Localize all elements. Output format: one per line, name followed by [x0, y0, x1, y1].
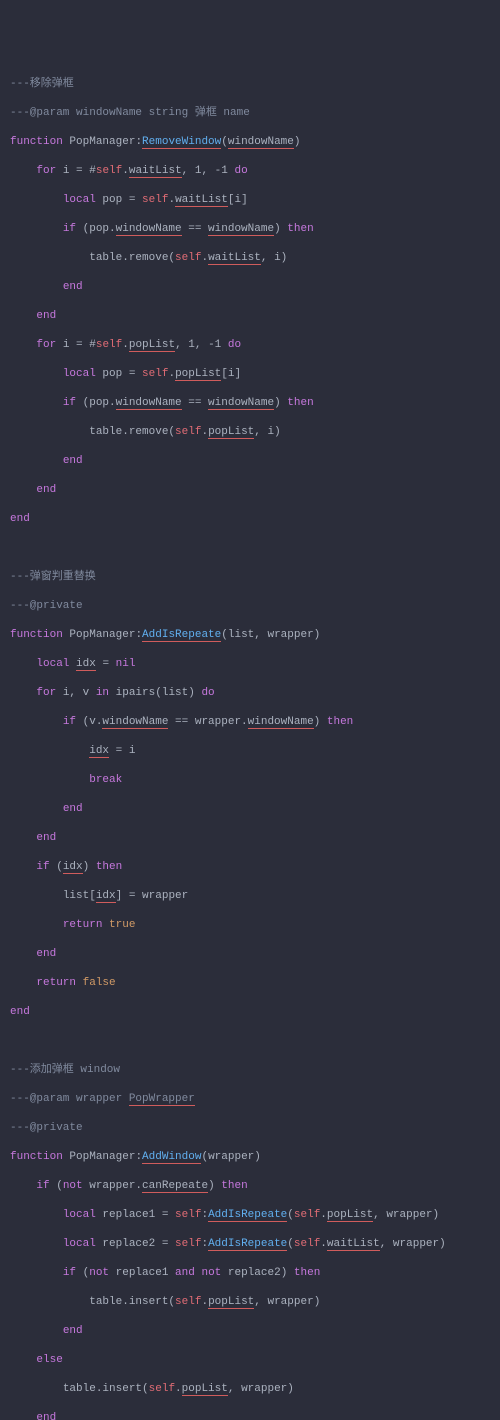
code-line: table.remove(self.waitList, i) — [10, 251, 500, 266]
code-line: local replace1 = self:AddIsRepeate(self.… — [10, 1208, 500, 1223]
code-line: local pop = self.popList[i] — [10, 367, 500, 382]
comment: ---@param wrapper PopWrapper — [10, 1092, 500, 1107]
code-line: end — [10, 309, 500, 324]
comment: ---弹窗判重替换 — [10, 570, 500, 585]
code-line: table.insert(self.popList, wrapper) — [10, 1295, 500, 1310]
code-line: return true — [10, 918, 500, 933]
comment: ---@private — [10, 1121, 500, 1136]
code-line: function PopManager:AddIsRepeate(list, w… — [10, 628, 500, 643]
code-line: if (pop.windowName == windowName) then — [10, 396, 500, 411]
code-line: break — [10, 773, 500, 788]
comment: ---移除弹框 — [10, 77, 500, 92]
code-line: else — [10, 1353, 500, 1368]
code-line: if (v.windowName == wrapper.windowName) … — [10, 715, 500, 730]
code-line: if (pop.windowName == windowName) then — [10, 222, 500, 237]
comment: ---添加弹框 window — [10, 1063, 500, 1078]
blank-line — [10, 541, 500, 556]
code-line: end — [10, 1005, 500, 1020]
code-editor[interactable]: ---移除弹框 ---@param windowName string 弹框 n… — [10, 62, 500, 1420]
code-line: function PopManager:RemoveWindow(windowN… — [10, 135, 500, 150]
comment: ---@private — [10, 599, 500, 614]
code-line: end — [10, 947, 500, 962]
comment: ---@param windowName string 弹框 name — [10, 106, 500, 121]
code-line: return false — [10, 976, 500, 991]
code-line: for i = #self.popList, 1, -1 do — [10, 338, 500, 353]
blank-line — [10, 1034, 500, 1049]
code-line: end — [10, 831, 500, 846]
code-line: if (not replace1 and not replace2) then — [10, 1266, 500, 1281]
code-line: function PopManager:AddWindow(wrapper) — [10, 1150, 500, 1165]
code-line: for i, v in ipairs(list) do — [10, 686, 500, 701]
code-line: end — [10, 802, 500, 817]
code-line: local idx = nil — [10, 657, 500, 672]
code-line: if (idx) then — [10, 860, 500, 875]
code-line: local pop = self.waitList[i] — [10, 193, 500, 208]
code-line: end — [10, 454, 500, 469]
code-line: end — [10, 1411, 500, 1420]
code-line: table.insert(self.popList, wrapper) — [10, 1382, 500, 1397]
code-line: for i = #self.waitList, 1, -1 do — [10, 164, 500, 179]
code-line: list[idx] = wrapper — [10, 889, 500, 904]
code-line: end — [10, 1324, 500, 1339]
code-line: idx = i — [10, 744, 500, 759]
code-line: table.remove(self.popList, i) — [10, 425, 500, 440]
code-line: end — [10, 280, 500, 295]
code-line: end — [10, 483, 500, 498]
code-line: local replace2 = self:AddIsRepeate(self.… — [10, 1237, 500, 1252]
code-line: end — [10, 512, 500, 527]
code-line: if (not wrapper.canRepeate) then — [10, 1179, 500, 1194]
